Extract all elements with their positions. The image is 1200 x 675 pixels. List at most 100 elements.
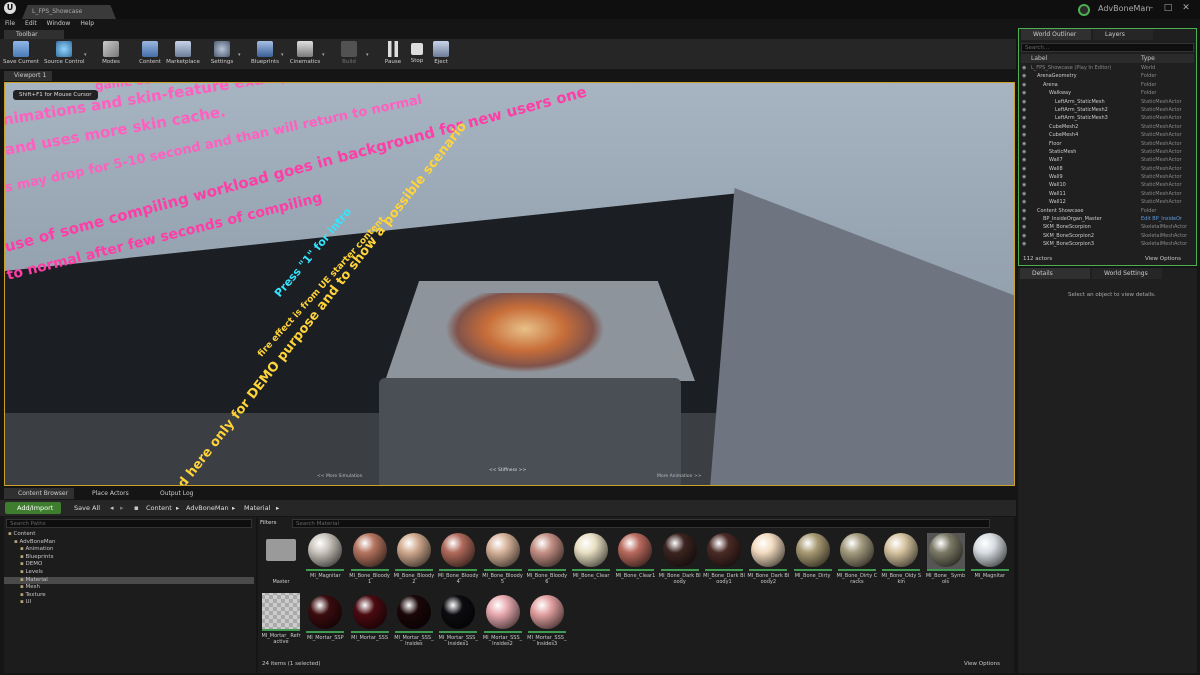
tab-details[interactable]: Details (1020, 268, 1090, 279)
outliner-row[interactable]: ◉ Wall10 StaticMeshActor (1021, 181, 1193, 189)
outliner-view-options[interactable]: View Options (1145, 254, 1181, 264)
asset-tile[interactable]: MI_Bone_Clear1 (614, 531, 656, 591)
asset-tile[interactable]: MI_Bone_Bloody2 (393, 531, 435, 591)
outliner-row[interactable]: ◉ Content Showcase Folder (1021, 207, 1193, 215)
folder-tree-item[interactable]: ▪ Material (4, 576, 254, 585)
asset-tile[interactable]: MI_Mortar_SSS_ Insides3 (526, 593, 568, 653)
back-arrow-icon[interactable]: ◂ (110, 502, 114, 514)
outliner-row[interactable]: ◉ Wall12 StaticMeshActor (1021, 198, 1193, 206)
outliner-row[interactable]: ◉ StaticMesh StaticMeshActor (1021, 148, 1193, 156)
folder-tree-item[interactable]: ▪ UI (4, 599, 254, 607)
asset-tile[interactable]: MI_Bone_Dark Bloody1 (703, 531, 745, 591)
viewport-tab[interactable]: Viewport 1 (4, 71, 52, 81)
marketplace-button[interactable]: Marketplace (163, 40, 203, 68)
outliner-row[interactable]: ◉ BP_InsideOrgan_Master Edit BP_InsideOr (1021, 215, 1193, 223)
visibility-eye-icon[interactable]: ◉ (1022, 223, 1026, 231)
visibility-eye-icon[interactable]: ◉ (1022, 181, 1026, 189)
visibility-eye-icon[interactable]: ◉ (1022, 131, 1026, 139)
visibility-eye-icon[interactable]: ◉ (1022, 123, 1026, 131)
blueprints-button[interactable]: Blueprints (246, 40, 284, 68)
asset-tile[interactable]: MI_Bone_Dark Bloody2 (747, 531, 789, 591)
tab-content-browser[interactable]: Content Browser (4, 488, 74, 499)
outliner-row[interactable]: ◉ ArenaGeometry Folder (1021, 72, 1193, 80)
folder-tree-item[interactable]: ▪ Blueprints (4, 554, 254, 562)
outliner-row-type[interactable]: Edit BP_InsideOr (1141, 215, 1182, 223)
source-control-button[interactable]: Source Control (44, 40, 85, 68)
visibility-eye-icon[interactable]: ◉ (1022, 156, 1026, 164)
asset-tile[interactable]: MI_Magnitar (304, 531, 346, 591)
add-import-button[interactable]: Add/Import (5, 502, 61, 514)
asset-tile[interactable]: MI_Bone_Bloody5 (482, 531, 524, 591)
folder-tree-item[interactable]: ▪ Levels (4, 569, 254, 577)
modes-button[interactable]: Modes (92, 40, 130, 68)
paths-search-input[interactable]: Search Paths (6, 519, 252, 528)
menu-window[interactable]: Window (42, 19, 76, 29)
tab-output-log[interactable]: Output Log (146, 488, 206, 499)
outliner-row[interactable]: ◉ Arena Folder (1021, 81, 1193, 89)
menu-help[interactable]: Help (75, 19, 99, 29)
folder-tree-item[interactable]: ▪ AdvBoneMan (4, 539, 254, 547)
filters-button[interactable]: Filters (260, 519, 290, 528)
asset-tile[interactable]: MI_Mortar_ Refractive (260, 593, 302, 653)
visibility-eye-icon[interactable]: ◉ (1022, 81, 1026, 89)
settings-button[interactable]: Settings (203, 40, 241, 68)
tab-layers[interactable]: Layers (1093, 29, 1153, 40)
level-tab[interactable]: L_FPS_Showcase (22, 5, 116, 19)
outliner-row[interactable]: ◉ Floor StaticMeshActor (1021, 140, 1193, 148)
assets-view-options[interactable]: View Options (964, 661, 1000, 667)
cinematics-button[interactable]: Cinematics (286, 40, 324, 68)
level-viewport[interactable]: nimations and skin-feature examples. and… (4, 82, 1015, 486)
folder-tree-item[interactable]: ▪ Texture (4, 592, 254, 600)
close-button[interactable]: ✕ (1180, 2, 1192, 14)
outliner-row[interactable]: ◉ Wall11 StaticMeshActor (1021, 190, 1193, 198)
chevron-down-icon[interactable]: ▾ (238, 52, 242, 58)
asset-tile[interactable]: MI_Bone_Clear (570, 531, 612, 591)
outliner-row[interactable]: ◉ LeftArm_StaticMesh2 StaticMeshActor (1021, 106, 1193, 114)
asset-tile[interactable]: MI_Mortar_SSS_ Insides2 (482, 593, 524, 653)
minimize-button[interactable]: – (1145, 2, 1157, 14)
outliner-row[interactable]: ◉ LeftArm_StaticMesh StaticMeshActor (1021, 98, 1193, 106)
visibility-eye-icon[interactable]: ◉ (1022, 114, 1026, 122)
tab-world-settings[interactable]: World Settings (1092, 268, 1162, 279)
breadcrumb-material[interactable]: Material (244, 502, 270, 514)
eject-button[interactable]: Eject (422, 40, 460, 68)
toolbar-tab[interactable]: Toolbar (4, 30, 64, 39)
folder-tree-item[interactable]: ▪ DEMO (4, 561, 254, 569)
label-column-header[interactable]: Label (1031, 54, 1047, 63)
visibility-eye-icon[interactable]: ◉ (1022, 106, 1026, 114)
outliner-row[interactable]: ◉ Walkway Folder (1021, 89, 1193, 97)
asset-tile[interactable]: MI_Mortar_SSS (349, 593, 391, 653)
outliner-row[interactable]: ◉ Wall9 StaticMeshActor (1021, 173, 1193, 181)
asset-tile[interactable]: MI_Bone_Dirty Cracks (836, 531, 878, 591)
visibility-eye-icon[interactable]: ◉ (1022, 89, 1026, 97)
outliner-row[interactable]: ◉ CubeMesh2 StaticMeshActor (1021, 123, 1193, 131)
asset-tile[interactable]: MI_Mortar_SSS_ Insides (393, 593, 435, 653)
forward-arrow-icon[interactable]: ▸ (120, 502, 124, 514)
breadcrumb-advboneman[interactable]: AdvBoneMan (186, 502, 229, 514)
asset-tile[interactable]: MI_Magnitar (969, 531, 1011, 591)
outliner-row[interactable]: ◉ Wall8 StaticMeshActor (1021, 165, 1193, 173)
outliner-row[interactable]: ◉ SKM_BoneScorpion3 SkeletalMeshActor (1021, 240, 1193, 248)
chevron-down-icon[interactable]: ▾ (281, 52, 285, 58)
visibility-eye-icon[interactable]: ◉ (1022, 148, 1026, 156)
visibility-eye-icon[interactable]: ◉ (1022, 198, 1026, 206)
asset-tile[interactable]: MI_Bone_Bloody1 (349, 531, 391, 591)
chevron-down-icon[interactable]: ▾ (322, 52, 326, 58)
folder-tree-item[interactable]: ▪ Animation (4, 546, 254, 554)
folder-tree-item[interactable]: ▪ Mesh (4, 584, 254, 592)
outliner-row[interactable]: ◉ SKM_BoneScorpion SkeletalMeshActor (1021, 223, 1193, 231)
assets-search-input[interactable]: Search Material (292, 519, 990, 528)
asset-tile[interactable]: MI_Mortar_SSS_ Insides1 (437, 593, 479, 653)
visibility-eye-icon[interactable]: ◉ (1022, 140, 1026, 148)
visibility-eye-icon[interactable]: ◉ (1022, 207, 1026, 215)
save-current-button[interactable]: Save Current (2, 40, 40, 68)
visibility-eye-icon[interactable]: ◉ (1022, 240, 1026, 248)
asset-tile[interactable]: MI_Bone_Dirty (792, 531, 834, 591)
chevron-down-icon[interactable]: ▾ (84, 52, 88, 58)
type-column-header[interactable]: Type (1141, 54, 1155, 63)
asset-tile[interactable]: MI_Bone_Bloody6 (526, 531, 568, 591)
outliner-row[interactable]: ◉ L_FPS_Showcase (Play In Editor) World (1021, 64, 1193, 72)
asset-tile[interactable]: MI_Bone_Bloody4 (437, 531, 479, 591)
menu-edit[interactable]: Edit (20, 19, 42, 29)
visibility-eye-icon[interactable]: ◉ (1022, 190, 1026, 198)
